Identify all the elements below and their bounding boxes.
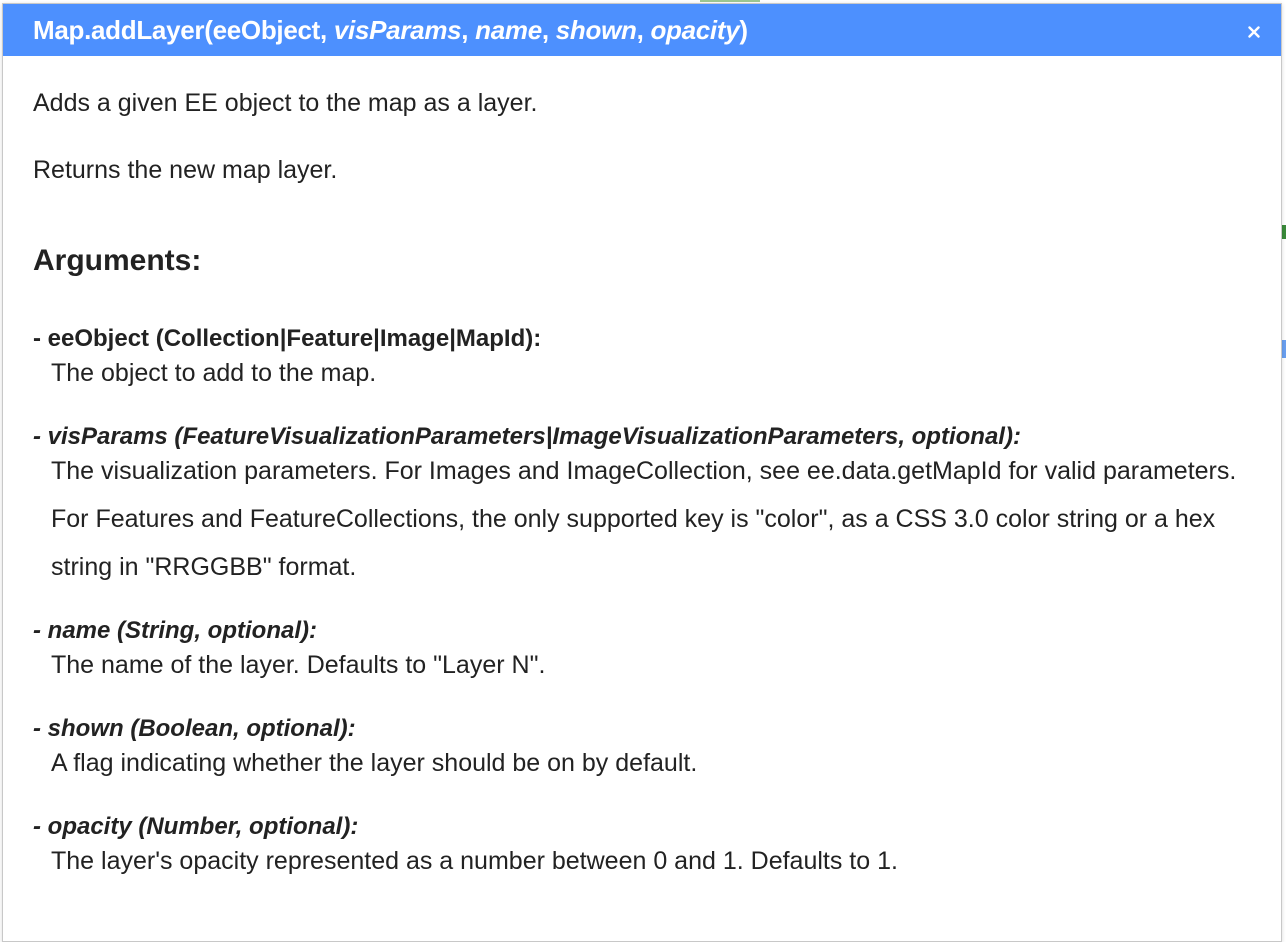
dialog-title: Map.addLayer(eeObject, visParams, name, …	[33, 15, 748, 46]
argument-item: - shown (Boolean, optional): A flag indi…	[33, 715, 1251, 787]
argument-item: - visParams (FeatureVisualizationParamet…	[33, 423, 1251, 591]
title-function-name: Map.addLayer(	[33, 14, 213, 45]
dialog-titlebar[interactable]: Map.addLayer(eeObject, visParams, name, …	[3, 4, 1281, 56]
title-param-name: name	[475, 14, 542, 45]
title-param-shown: shown	[555, 14, 637, 45]
title-param-opacity: opacity	[650, 14, 740, 45]
argument-item: - name (String, optional): The name of t…	[33, 617, 1251, 689]
arguments-heading: Arguments:	[33, 244, 202, 277]
returns-text: Returns the new map layer.	[33, 156, 338, 184]
background-edge-mark	[1282, 340, 1286, 358]
title-separator: ,	[636, 14, 651, 45]
argument-description: A flag indicating whether the layer shou…	[51, 749, 698, 777]
title-suffix: )	[739, 14, 748, 45]
description-text: Adds a given EE object to the map as a l…	[33, 89, 538, 117]
title-separator: ,	[461, 14, 476, 45]
title-param-eeobject: eeObject	[212, 14, 321, 45]
title-separator: ,	[320, 14, 334, 45]
argument-description: The name of the layer. Defaults to "Laye…	[51, 651, 546, 679]
argument-item: - eeObject (Collection|Feature|Image|Map…	[33, 325, 1251, 397]
close-icon	[1248, 26, 1260, 38]
argument-item: - opacity (Number, optional): The layer'…	[33, 813, 1251, 885]
help-dialog: Map.addLayer(eeObject, visParams, name, …	[2, 3, 1282, 942]
title-param-visparams: visParams	[333, 14, 462, 45]
argument-description: The visualization parameters. For Images…	[51, 457, 1237, 581]
argument-description: The layer's opacity represented as a num…	[51, 847, 898, 875]
argument-description: The object to add to the map.	[51, 359, 377, 387]
background-code-fragment	[700, 0, 760, 2]
background-edge-mark	[1282, 225, 1286, 239]
close-button[interactable]	[1245, 23, 1263, 41]
title-separator: ,	[541, 14, 556, 45]
